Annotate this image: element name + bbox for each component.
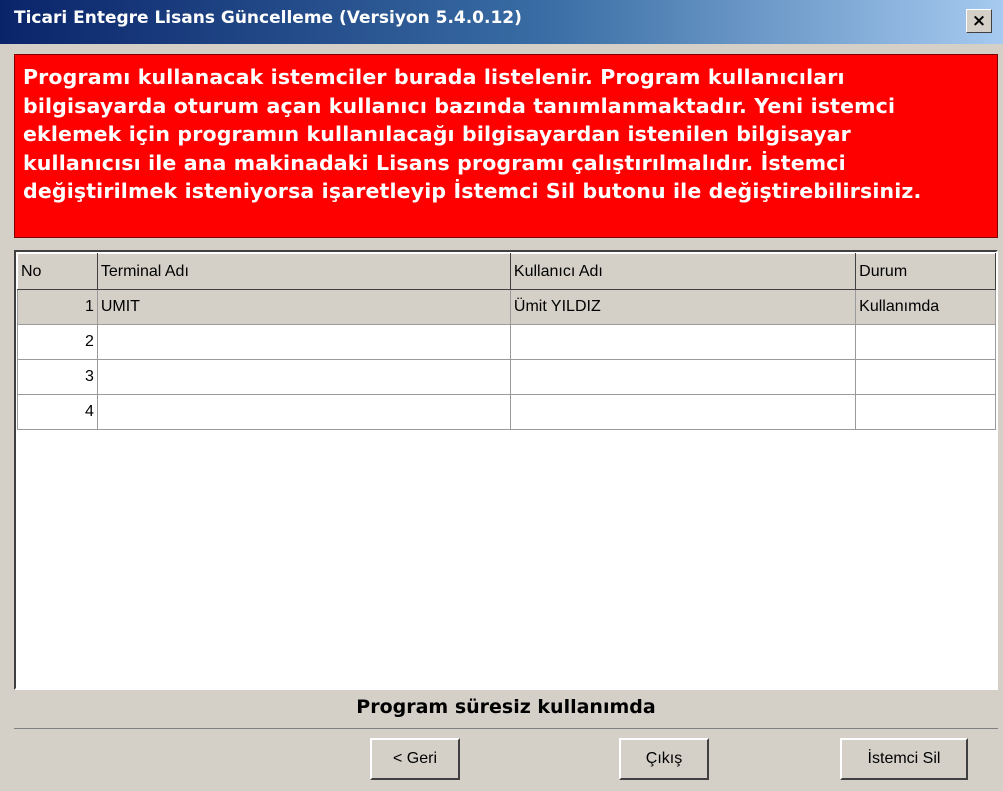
cell-status[interactable]: Kullanımda [855,289,996,325]
table-row[interactable]: 4 [17,394,996,430]
cell-status[interactable] [855,394,996,430]
warning-line: eklemek için programın kullanılacağı bil… [23,122,851,146]
cell-no[interactable]: 3 [17,359,98,395]
table-row[interactable]: 1 UMIT Ümit YILDIZ Kullanımda [17,289,996,325]
cell-user-name[interactable] [509,324,857,360]
table-header-row: No Terminal Adı Kullanıcı Adı Durum [17,253,996,290]
cell-user-name[interactable] [509,394,857,430]
column-header-status[interactable]: Durum [855,253,996,290]
back-button[interactable]: < Geri [370,738,460,780]
window-title: Ticari Entegre Lisans Güncelleme (Versiy… [14,8,522,28]
info-warning-panel: Programı kullanacak istemciler burada li… [14,54,998,238]
column-header-no[interactable]: No [17,253,98,290]
column-header-user-name[interactable]: Kullanıcı Adı [509,253,857,290]
table-row[interactable]: 2 [17,324,996,360]
warning-line: Programı kullanacak istemciler burada li… [23,65,845,89]
license-update-window: Ticari Entegre Lisans Güncelleme (Versiy… [0,0,1003,791]
title-bar[interactable]: Ticari Entegre Lisans Güncelleme (Versiy… [0,0,1003,44]
close-button[interactable]: × [966,9,992,33]
column-header-terminal-name[interactable]: Terminal Adı [96,253,511,290]
cell-terminal-name[interactable]: UMIT [96,289,511,325]
cell-terminal-name[interactable] [96,324,511,360]
table-row[interactable]: 3 [17,359,996,395]
warning-line: bilgisayarda oturum açan kullanıcı bazın… [23,93,896,118]
cell-terminal-name[interactable] [96,359,511,395]
clients-grid[interactable]: No Terminal Adı Kullanıcı Adı Durum 1 UM… [14,250,998,690]
status-bar: Program süresiz kullanımda [14,690,998,726]
cell-terminal-name[interactable] [96,394,511,430]
button-bar: < Geri Çıkış İstemci Sil [14,728,998,786]
cell-no[interactable]: 1 [17,289,98,325]
warning-line: değiştirilmek isteniyorsa işaretleyip İs… [23,179,922,203]
license-status-text: Program süresiz kullanımda [356,696,656,718]
cell-no[interactable]: 4 [17,394,98,430]
exit-button[interactable]: Çıkış [619,738,709,780]
clients-table: No Terminal Adı Kullanıcı Adı Durum 1 UM… [17,253,996,430]
cell-status[interactable] [855,359,996,395]
close-icon: × [971,11,987,31]
cell-no[interactable]: 2 [17,324,98,360]
delete-client-button[interactable]: İstemci Sil [840,738,968,780]
cell-status[interactable] [855,324,996,360]
cell-user-name[interactable] [509,359,857,395]
cell-user-name[interactable]: Ümit YILDIZ [509,289,857,325]
warning-line: kullanıcısı ile ana makinadaki Lisans pr… [23,150,846,175]
